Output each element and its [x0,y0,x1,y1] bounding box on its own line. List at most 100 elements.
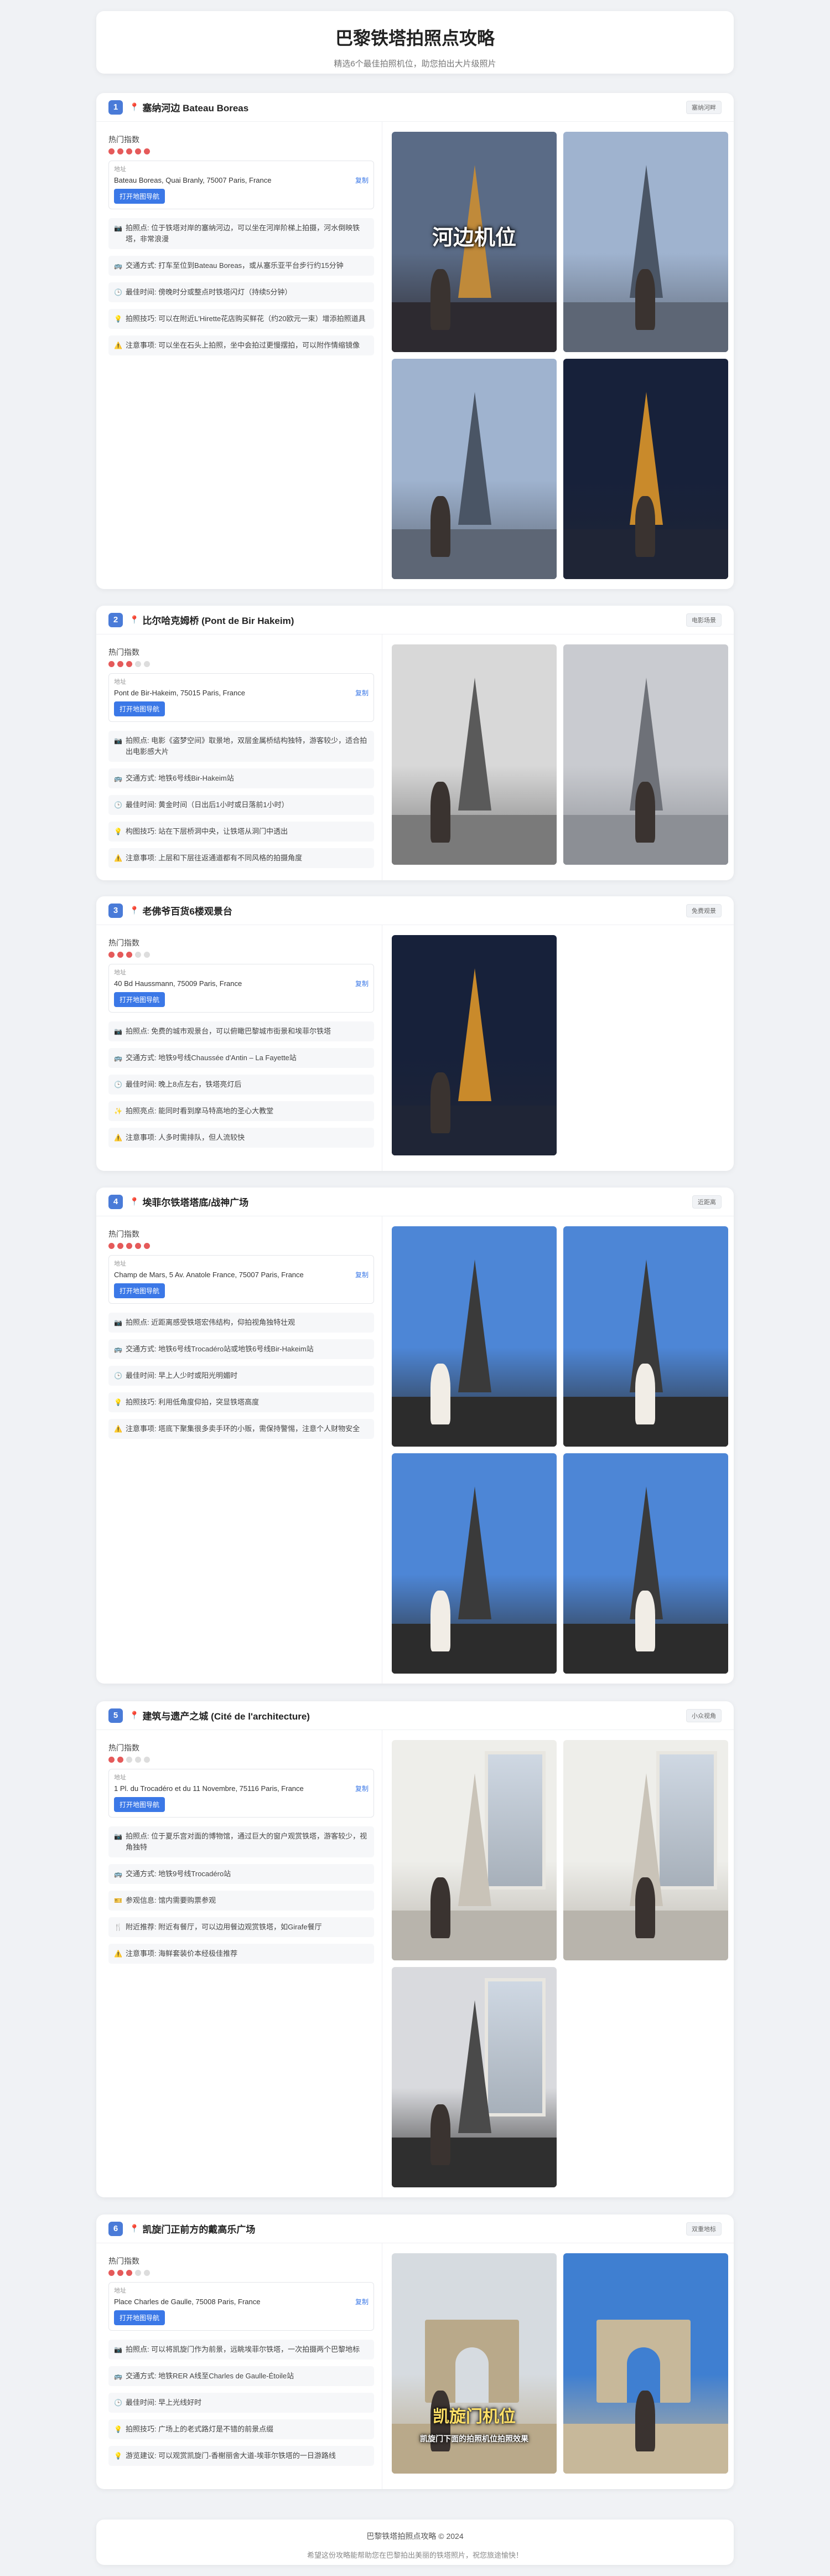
spot-photo[interactable] [563,132,728,352]
rating-dot-icon [126,661,132,667]
tip-item: 📷 拍照点: 电影《盗梦空间》取景地，双层金属桥结构独特，游客较少，适合拍出电影感… [108,731,374,762]
camera-icon: 📷 [114,2346,122,2353]
rating-dot-icon [108,1757,115,1763]
tip-item: 💡 拍照技巧: 利用低角度仰拍，突显铁塔高度 [108,1392,374,1412]
rating-dots [108,1757,374,1764]
address-row: Bateau Boreas, Quai Branly, 75007 Paris,… [114,175,369,185]
spot-photo[interactable] [392,935,557,1155]
tip-item: ⚠️ 注意事项: 塔底下聚集很多卖手环的小贩，需保持警惕，注意个人财物安全 [108,1419,374,1439]
info-column: 热门指数 地址 40 Bd Haussmann, 75009 Paris, Fran… [108,937,374,1154]
address-text: Pont de Bir-Hakeim, 75015 Paris, France [114,689,245,697]
person [430,1591,450,1651]
address-box: 地址 Bateau Boreas, Quai Branly, 75007 Pari… [108,161,374,209]
spot-photo[interactable] [563,2253,728,2474]
address-text: 1 Pl. du Trocadéro et du 11 Novembre, 75… [114,1784,304,1793]
section-number-badge: 3 [108,903,123,918]
camera-icon: 📷 [114,1319,122,1326]
spot-photo[interactable] [563,1740,728,1960]
copy-address-button[interactable]: 复制 [355,175,369,185]
section-number-badge: 2 [108,612,123,627]
tip-item: 🚌 交通方式: 地铁6号线Bir-Hakeim站 [108,768,374,788]
open-map-navigation-button[interactable]: 打开地图导航 [114,1797,165,1812]
rating-dot-icon [117,661,123,667]
copy-address-button[interactable]: 复制 [355,2297,369,2306]
section-number-badge: 5 [108,1708,123,1723]
person [430,269,450,330]
copy-address-button[interactable]: 复制 [355,1784,369,1793]
spot-photo[interactable] [392,359,557,579]
rating-dot-icon [135,2270,141,2276]
eiffel-tower [458,968,491,1101]
address-text: 40 Bd Haussmann, 75009 Paris, France [114,979,242,988]
tips-list: 📷 拍照点: 位于夏乐宫对面的博物馆，通过巨大的窗户观赏铁塔，游客较少，视角独特 🚌… [108,1826,374,1964]
tip-item: 📷 拍照点: 免费的城市观景台，可以俯瞰巴黎城市街景和埃菲尔铁塔 [108,1021,374,1041]
camera-icon: 📷 [114,1028,122,1035]
open-map-navigation-button[interactable]: 打开地图导航 [114,701,165,716]
tip-text: 注意事项: 人多时需排队，但人流较快 [125,1133,245,1142]
photo-ground [392,1106,557,1155]
spot-photo[interactable] [563,1453,728,1674]
popularity-label: 热门指数 [108,1230,139,1238]
info-column: 热门指数 地址 Champ de Mars, 5 Av. Anatole Franc… [108,1228,374,1446]
person [430,1877,450,1938]
open-map-navigation-button[interactable]: 打开地图导航 [114,2310,165,2325]
section-tag: 小众视角 [686,1708,722,1722]
rating-dot-icon [117,2270,123,2276]
spot-photo[interactable]: 河边机位 [392,132,557,352]
spot-photo[interactable] [392,644,557,865]
tip-text: 拍照点: 可以将凯旋门作为前景，远眺埃菲尔铁塔，一次拍摄两个巴黎地标 [125,2345,360,2353]
person [635,1364,655,1424]
copy-address-button[interactable]: 复制 [355,979,369,988]
rating-dot-icon [135,1243,141,1249]
section-title: 埃菲尔铁塔塔底/战神广场 [142,1197,249,1208]
address-label: 地址 [114,679,126,685]
section-header: 1 📍 塞纳河边 Bateau Boreas 塞纳河畔 [96,93,734,122]
spot-photo[interactable] [392,1453,557,1674]
photo-caption: 凯旋门机位 [433,2408,516,2426]
rating-dot-icon [135,661,141,667]
address-label: 地址 [114,166,126,173]
person [635,496,655,557]
window-frame [485,1978,546,2116]
tip-text: 拍照技巧: 可以在附近L'Hirette花店购买鲜花（约20欧元一束）增添拍照道… [125,314,366,323]
tips-list: 📷 拍照点: 近距离感受铁塔宏伟结构，仰拍视角独特壮观 🚌 交通方式: 地铁6号线Tr… [108,1313,374,1439]
rating-dot-icon [135,148,141,154]
rating-dot-icon [126,1757,132,1763]
spot-photo[interactable] [392,1967,557,2187]
spot-photo[interactable] [563,1226,728,1447]
open-map-navigation-button[interactable]: 打开地图导航 [114,992,165,1007]
info-column: 热门指数 地址 Bateau Boreas, Quai Branly, 75007 … [108,134,374,362]
open-map-navigation-button[interactable]: 打开地图导航 [114,1283,165,1298]
tip-text: 注意事项: 塔底下聚集很多卖手环的小贩，需保持警惕，注意个人财物安全 [125,1424,360,1433]
bus-icon: 🚌 [114,262,122,270]
spot-photo[interactable] [392,1226,557,1447]
section-number-badge: 6 [108,2221,123,2236]
tip-text: 拍照点: 近距离感受铁塔宏伟结构，仰拍视角独特壮观 [125,1318,295,1326]
warning-icon: ⚠️ [114,1425,122,1433]
copy-address-button[interactable]: 复制 [355,688,369,698]
tips-list: 📷 拍照点: 免费的城市观景台，可以俯瞰巴黎城市街景和埃菲尔铁塔 🚌 交通方式: 地铁… [108,1021,374,1148]
open-map-navigation-button[interactable]: 打开地图导航 [114,189,165,204]
rating-dot-icon [126,1243,132,1249]
tip-text: 拍照点: 位于夏乐宫对面的博物馆，通过巨大的窗户观赏铁塔，游客较少，视角独特 [125,1832,367,1851]
copy-address-button[interactable]: 复制 [355,1270,369,1279]
popularity-label: 热门指数 [108,2257,139,2265]
pin-icon: 📍 [129,1711,139,1720]
popularity-label: 热门指数 [108,938,139,947]
tip-text: 最佳时间: 早上人少时或阳光明媚时 [125,1371,238,1380]
rating-dot-icon [126,2270,132,2276]
tip-text: 注意事项: 海鲜套装价本经极佳推荐 [125,1949,238,1958]
spot-photo[interactable] [563,359,728,579]
spot-photo[interactable] [563,644,728,865]
address-row: Champ de Mars, 5 Av. Anatole France, 750… [114,1270,369,1279]
tip-text: 交通方式: 地铁9号线Trocadéro站 [125,1870,231,1878]
ticket-icon: 🎫 [114,1897,122,1904]
clock-icon: 🕒 [114,2399,122,2407]
tip-item: ⚠️ 注意事项: 上层和下层往返通道都有不同风格的拍摄角度 [108,848,374,868]
tip-text: 附近推荐: 附近有餐厅，可以边用餐边观赏铁塔，如Girafe餐厅 [125,1923,322,1931]
tip-text: 构图技巧: 站在下层桥洞中央，让铁塔从洞门中透出 [125,827,288,835]
bulb-icon: 💡 [114,315,122,323]
spot-photo[interactable]: 凯旋门机位 凯旋门下面的拍照机位拍照效果 [392,2253,557,2474]
spot-photo[interactable] [392,1740,557,1960]
rating-dot-icon [117,1243,123,1249]
